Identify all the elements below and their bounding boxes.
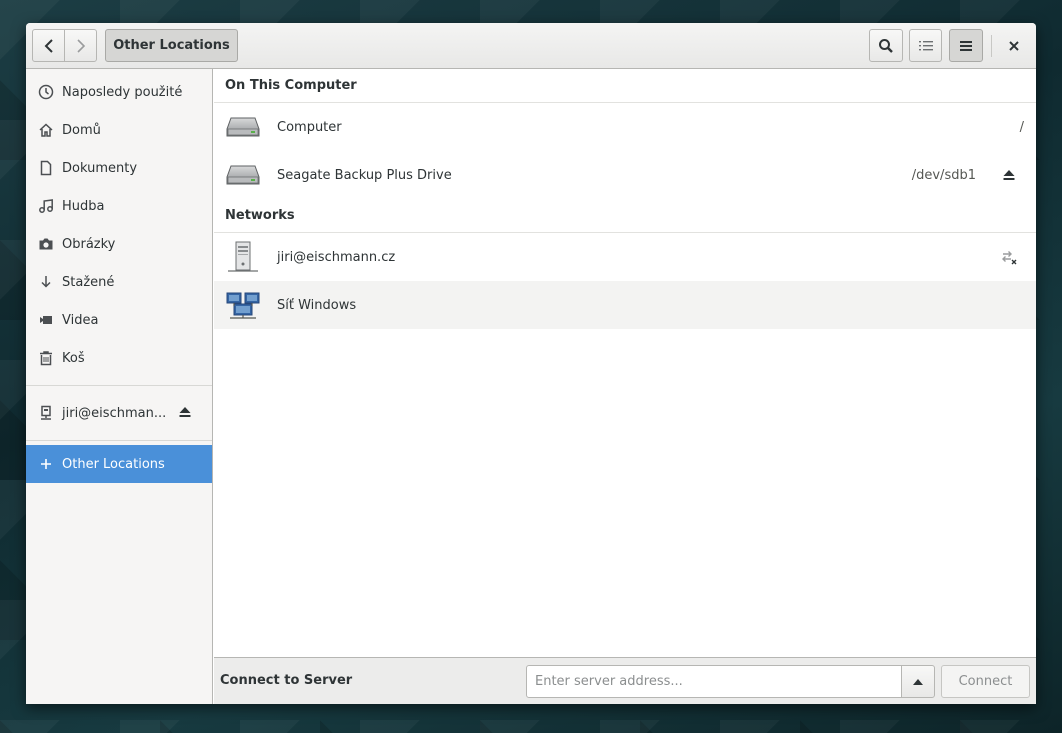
sidebar-item-label: Hudba	[62, 198, 105, 214]
location-label: Seagate Backup Plus Drive	[277, 167, 452, 183]
list-view-button[interactable]	[909, 29, 942, 62]
sidebar-item-label: Domů	[62, 122, 101, 138]
connect-button[interactable]: Connect	[941, 665, 1030, 698]
location-path: /	[1019, 119, 1024, 135]
unmount-icon[interactable]	[1000, 248, 1018, 266]
network-server-icon	[38, 405, 54, 421]
close-button[interactable]	[1000, 29, 1028, 62]
list-icon	[918, 40, 933, 50]
hamburger-icon	[960, 40, 972, 51]
eject-icon[interactable]	[1000, 166, 1018, 184]
sidebar-item-label: Koš	[62, 350, 85, 366]
sidebar-item-label: Other Locations	[62, 456, 165, 472]
section-header-networks: Networks	[214, 199, 1036, 233]
sidebar-item-home[interactable]: Domů	[26, 111, 212, 149]
forward-button[interactable]	[64, 29, 97, 62]
sidebar-item-pictures[interactable]: Obrázky	[26, 225, 212, 263]
sidebar-item-downloads[interactable]: Stažené	[26, 263, 212, 301]
section-header-on-this-computer: On This Computer	[214, 69, 1036, 103]
sidebar-item-documents[interactable]: Dokumenty	[26, 149, 212, 187]
search-icon	[879, 38, 893, 53]
location-row-windows-network[interactable]: Síť Windows	[214, 281, 1036, 329]
clock-icon	[38, 84, 54, 100]
location-row-seagate-drive[interactable]: Seagate Backup Plus Drive /dev/sdb1	[214, 151, 1036, 199]
back-button[interactable]	[32, 29, 65, 62]
chevron-right-icon	[76, 38, 85, 53]
eject-icon[interactable]	[178, 405, 192, 423]
close-icon	[1009, 40, 1019, 51]
connect-to-server-label: Connect to Server	[220, 673, 353, 688]
video-icon	[38, 312, 54, 328]
drive-harddisk-icon	[226, 110, 260, 144]
network-workgroup-icon	[226, 288, 260, 322]
sidebar-separator	[26, 440, 212, 441]
trash-icon	[38, 350, 54, 366]
network-server-icon	[226, 240, 260, 274]
sidebar-item-label: Naposledy použité	[62, 84, 183, 100]
location-label: Computer	[277, 119, 342, 135]
header-bar: Other Locations	[26, 23, 1036, 69]
location-label: Síť Windows	[277, 297, 357, 313]
sidebar-item-label: jiri@eischman...	[62, 405, 167, 421]
server-address-input[interactable]	[526, 665, 902, 698]
sidebar-item-label: Stažené	[62, 274, 115, 290]
sidebar-item-trash[interactable]: Koš	[26, 339, 212, 377]
sidebar-item-videos[interactable]: Videa	[26, 301, 212, 339]
home-icon	[38, 122, 54, 138]
sidebar-item-network-mount[interactable]: jiri@eischman...	[26, 394, 212, 432]
download-icon	[38, 274, 54, 290]
plus-icon	[38, 456, 54, 472]
recent-servers-dropdown-button[interactable]	[901, 665, 935, 698]
camera-icon	[38, 236, 54, 252]
drive-harddisk-icon	[226, 158, 260, 192]
sidebar-item-label: Videa	[62, 312, 99, 328]
places-sidebar: Naposledy použité Domů Dokumenty Hudba O…	[26, 69, 213, 704]
triangle-up-icon	[913, 678, 923, 685]
sidebar-item-other-locations[interactable]: Other Locations	[26, 445, 212, 483]
file-chooser-window: Other Locations Naposledy použité Domů D…	[26, 23, 1036, 704]
chevron-left-icon	[44, 38, 53, 53]
search-button[interactable]	[869, 29, 903, 62]
sidebar-separator	[26, 385, 212, 386]
header-separator	[991, 35, 992, 57]
location-path: /dev/sdb1	[911, 167, 976, 183]
other-locations-view: On This Computer Computer / Seagate Back…	[214, 69, 1036, 657]
menu-button[interactable]	[949, 29, 983, 62]
sidebar-item-music[interactable]: Hudba	[26, 187, 212, 225]
sidebar-item-recent[interactable]: Naposledy použité	[26, 73, 212, 111]
connect-to-server-bar: Connect to Server Connect	[214, 657, 1036, 704]
location-label: jiri@eischmann.cz	[277, 249, 396, 265]
location-row-network-server[interactable]: jiri@eischmann.cz	[214, 233, 1036, 281]
path-bar-button[interactable]: Other Locations	[105, 29, 238, 62]
music-icon	[38, 198, 54, 214]
sidebar-item-label: Obrázky	[62, 236, 116, 252]
sidebar-item-label: Dokumenty	[62, 160, 138, 176]
document-icon	[38, 160, 54, 176]
location-row-computer[interactable]: Computer /	[214, 103, 1036, 151]
